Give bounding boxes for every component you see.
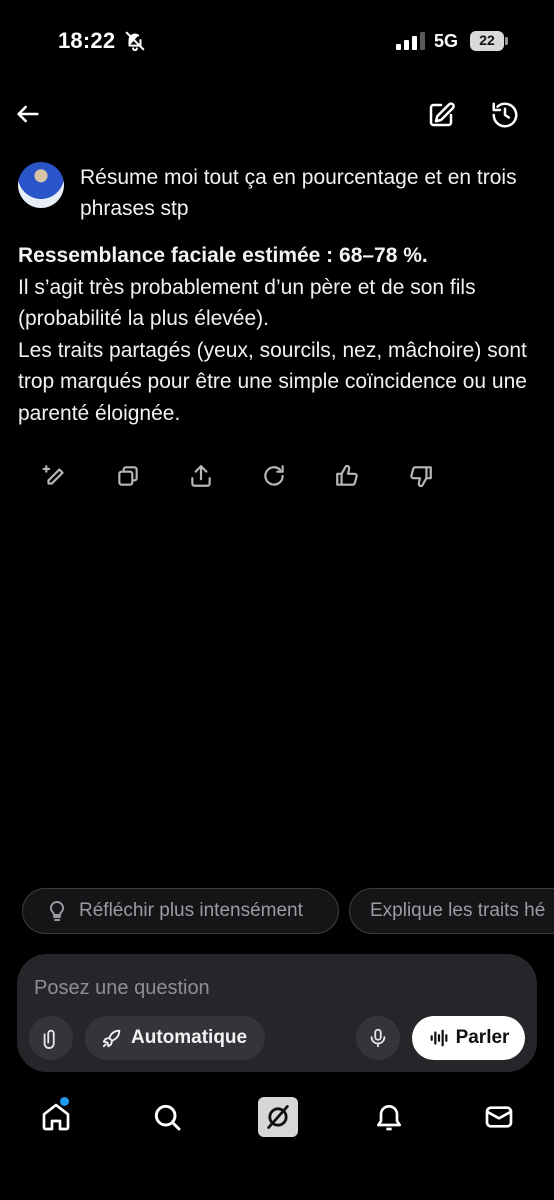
suggestion-chips: Réfléchir plus intensément Explique les … <box>0 888 554 934</box>
avatar <box>18 162 64 208</box>
nav-grok[interactable] <box>256 1095 300 1139</box>
battery-icon: 22 <box>470 31 508 51</box>
status-time: 18:22 <box>58 28 116 53</box>
new-chat-icon <box>429 102 455 127</box>
user-message: Résume moi tout ça en pourcentage et en … <box>80 166 517 220</box>
status-bar: 18:22 5G 22 <box>0 0 554 84</box>
share-icon <box>191 465 211 487</box>
battery-level: 22 <box>479 32 495 48</box>
answer-line-1: Il s’agit très probablement d’un père et… <box>18 275 476 331</box>
nav-search[interactable] <box>145 1095 189 1139</box>
thumbs-down-button[interactable] <box>403 458 439 494</box>
nav-notifications[interactable] <box>367 1095 411 1139</box>
composer: Automatique Parler <box>17 954 537 1072</box>
answer-actions <box>0 458 554 494</box>
regenerate-button[interactable] <box>256 458 292 494</box>
edit-sparkle-button[interactable] <box>37 458 73 494</box>
nav-home[interactable] <box>34 1095 78 1139</box>
voice-wave-icon <box>430 1029 447 1047</box>
lightbulb-icon <box>49 900 65 921</box>
new-chat-button[interactable] <box>422 96 460 134</box>
mode-label: Automatique <box>131 1027 248 1048</box>
network-type: 5G <box>434 31 459 51</box>
thumbs-up-button[interactable] <box>329 458 365 494</box>
thumbs-up-icon <box>336 464 358 486</box>
mode-selector[interactable]: Automatique <box>85 1016 266 1060</box>
bottom-nav <box>0 1092 554 1142</box>
answer-headline: Ressemblance faciale estimée : 68–78 %. <box>18 244 428 267</box>
suggestion-chip-think-harder[interactable]: Réfléchir plus intensément <box>22 888 339 934</box>
copy-button[interactable] <box>110 458 146 494</box>
attach-button[interactable] <box>29 1016 73 1060</box>
suggestion-chip-explain[interactable]: Explique les traits hé <box>349 888 554 934</box>
suggestion-label: Réfléchir plus intensément <box>79 900 303 921</box>
edit-sparkle-icon <box>42 465 64 485</box>
back-arrow-icon <box>17 105 39 123</box>
microphone-button[interactable] <box>356 1016 400 1060</box>
home-icon <box>42 1103 70 1131</box>
notifications-icon <box>377 1105 401 1131</box>
thumbs-down-icon <box>410 466 432 488</box>
grok-icon <box>258 1097 298 1137</box>
answer-line-2: Les traits partagés (yeux, sourcils, nez… <box>18 338 527 425</box>
regenerate-icon <box>264 465 284 486</box>
history-button[interactable] <box>486 96 524 134</box>
search-icon <box>154 1104 181 1131</box>
messages-icon <box>485 1106 513 1128</box>
history-icon <box>492 102 518 128</box>
notification-dot <box>60 1097 69 1106</box>
back-button[interactable] <box>10 96 46 132</box>
bell-off-icon <box>125 31 145 52</box>
question-input[interactable] <box>34 968 514 1008</box>
nav-messages[interactable] <box>477 1095 521 1139</box>
copy-icon <box>118 466 138 486</box>
assistant-answer: Ressemblance faciale estimée : 68–78 %. … <box>18 240 538 429</box>
share-button[interactable] <box>183 458 219 494</box>
signal-bars-icon <box>396 32 425 50</box>
rocket-icon <box>102 1029 121 1048</box>
suggestion-label: Explique les traits hé <box>370 900 546 921</box>
speak-button[interactable]: Parler <box>412 1016 525 1060</box>
microphone-icon <box>370 1028 386 1048</box>
paperclip-icon <box>43 1029 55 1049</box>
speak-label: Parler <box>455 1027 510 1048</box>
